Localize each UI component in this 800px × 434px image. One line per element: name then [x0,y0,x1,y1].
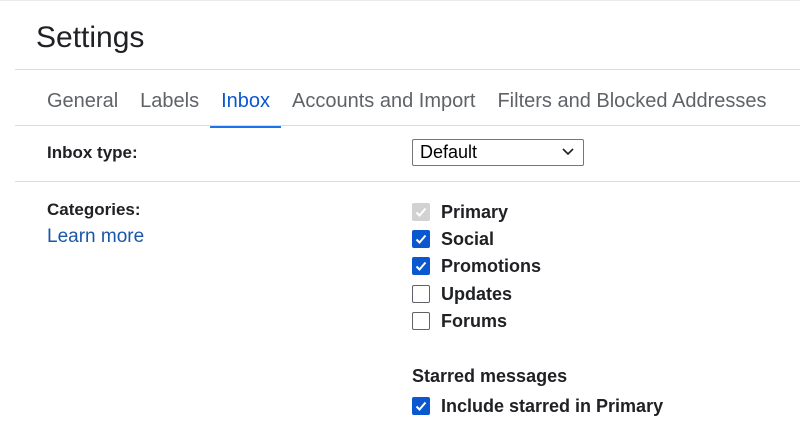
forums-checkbox[interactable] [412,312,430,330]
tab-general[interactable]: General [36,80,129,126]
learn-more-link[interactable]: Learn more [47,226,144,248]
tab-inbox[interactable]: Inbox [210,80,281,128]
category-updates[interactable]: Updates [412,283,512,305]
category-social[interactable]: Social [412,228,494,250]
promotions-checkbox[interactable] [412,257,430,275]
tab-labels[interactable]: Labels [129,80,210,126]
check-icon [415,207,427,217]
include-starred-checkbox[interactable] [412,397,430,415]
promotions-label: Promotions [441,255,542,276]
social-label: Social [441,228,495,249]
category-forums[interactable]: Forums [412,310,507,332]
inbox-type-value: Default [420,142,478,162]
top-divider [0,0,800,1]
category-primary: Primary [412,201,508,223]
forums-label: Forums [441,310,508,331]
title-divider [15,69,800,70]
check-icon [415,401,427,411]
include-starred-label: Include starred in Primary [441,395,664,416]
inbox-type-divider [15,181,800,182]
tabs-divider [15,125,800,126]
tab-accounts-and-import[interactable]: Accounts and Import [281,80,486,126]
settings-tabs: General Labels Inbox Accounts and Import… [36,80,778,128]
check-icon [415,234,427,244]
include-starred-option[interactable]: Include starred in Primary [412,395,663,417]
updates-checkbox[interactable] [412,285,430,303]
chevron-down-icon [562,148,574,156]
page-title: Settings [36,21,145,54]
category-promotions[interactable]: Promotions [412,255,541,277]
categories-label: Categories: [47,200,141,219]
tab-filters-and-blocked-addresses[interactable]: Filters and Blocked Addresses [486,80,777,126]
primary-checkbox [412,203,430,221]
primary-label: Primary [441,201,509,222]
inbox-type-label: Inbox type: [47,143,138,162]
social-checkbox[interactable] [412,230,430,248]
updates-label: Updates [441,283,513,304]
starred-messages-heading: Starred messages [412,366,568,386]
check-icon [415,261,427,271]
inbox-type-select[interactable]: Default [412,139,584,166]
